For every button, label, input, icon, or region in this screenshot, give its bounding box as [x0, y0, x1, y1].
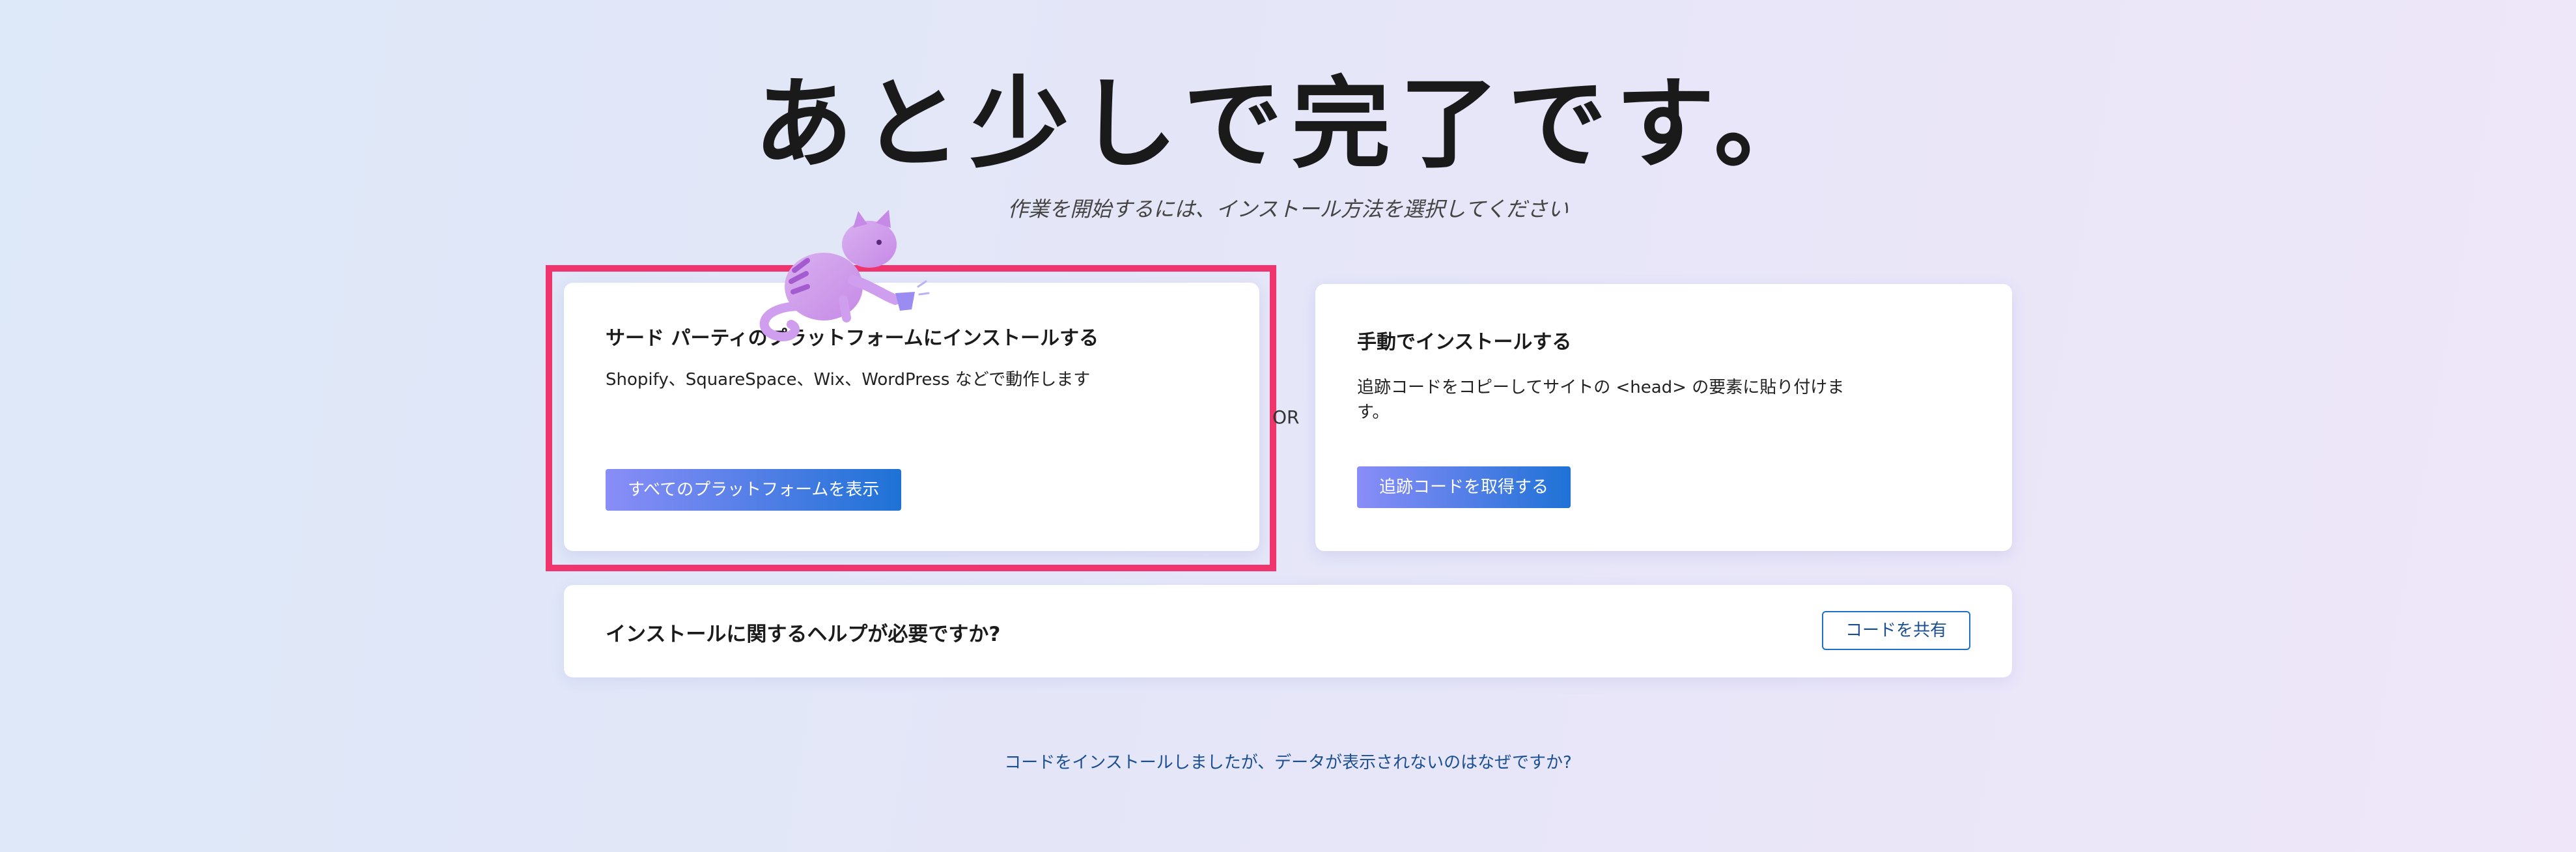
- manual-install-card[interactable]: 手動でインストールする 追跡コードをコピーしてサイトの <head> の要素に貼…: [1315, 284, 2012, 551]
- or-separator: OR: [1272, 406, 1300, 428]
- manual-card-title: 手動でインストールする: [1357, 331, 1572, 354]
- manual-card-description: 追跡コードをコピーしてサイトの <head> の要素に貼り付けます。: [1357, 378, 1845, 422]
- no-data-help-link[interactable]: コードをインストールしましたが、データが表示されないのはなぜですか?: [0, 749, 2576, 773]
- cat-illustration-icon: [759, 210, 930, 341]
- page-subtitle: 作業を開始するには、インストール方法を選択してください: [1007, 197, 1569, 221]
- page-title: あと少しで完了です。: [753, 66, 1823, 182]
- share-code-button[interactable]: コードを共有: [1821, 611, 1970, 650]
- get-tracking-code-button[interactable]: 追跡コードを取得する: [1357, 466, 1571, 508]
- install-help-bar: インストールに関するヘルプが必要ですか? コードを共有: [564, 585, 2012, 677]
- third-party-card-description: Shopify、SquareSpace、Wix、WordPress などで動作し…: [606, 370, 1091, 390]
- help-bar-title: インストールに関するヘルプが必要ですか?: [606, 623, 1001, 646]
- view-all-platforms-button[interactable]: すべてのプラットフォームを表示: [606, 469, 902, 511]
